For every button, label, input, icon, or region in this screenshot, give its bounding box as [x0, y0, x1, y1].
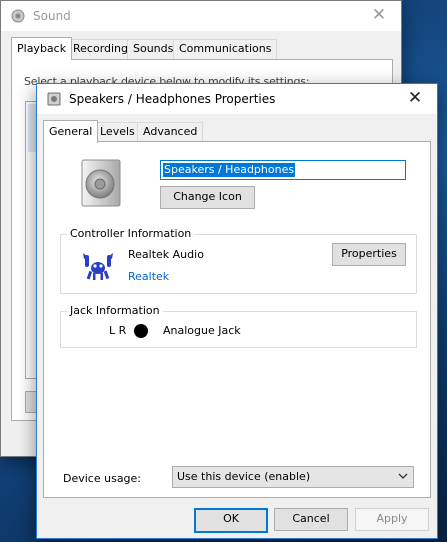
tab-communications[interactable]: Communications	[173, 39, 278, 59]
tab-advanced[interactable]: Advanced	[137, 122, 204, 142]
device-name-value: Speakers / Headphones	[163, 163, 296, 177]
jack-info-group: Jack Information L R Analogue Jack	[60, 304, 417, 348]
ok-button[interactable]: OK	[194, 508, 268, 533]
properties-dialog: Speakers / Headphones Properties ✕ Gener…	[36, 83, 438, 539]
tab-levels[interactable]: Levels	[94, 122, 141, 142]
general-panel: Speakers / Headphones Change Icon Contro…	[43, 141, 431, 498]
controller-properties-button[interactable]: Properties	[332, 243, 406, 266]
speaker-device-icon	[47, 92, 61, 106]
properties-titlebar[interactable]: Speakers / Headphones Properties ✕	[37, 84, 437, 114]
speaker-icon	[81, 159, 121, 207]
controller-info-group: Controller Information Realtek Audio Rea…	[60, 227, 417, 294]
device-name-input[interactable]: Speakers / Headphones	[160, 160, 406, 180]
device-usage-label: Device usage:	[63, 472, 142, 485]
tab-playback[interactable]: Playback	[11, 37, 73, 60]
apply-button[interactable]: Apply	[355, 508, 429, 531]
realtek-crab-icon	[83, 253, 113, 280]
jack-channels: L R	[109, 324, 127, 337]
properties-title: Speakers / Headphones Properties	[69, 92, 276, 106]
tab-sounds[interactable]: Sounds	[127, 39, 180, 59]
realtek-link[interactable]: Realtek	[128, 270, 169, 283]
properties-close-icon[interactable]: ✕	[393, 84, 437, 114]
tab-recording[interactable]: Recording	[67, 39, 135, 59]
controller-name: Realtek Audio	[128, 248, 204, 261]
device-usage-select[interactable]: Use this device (enable)	[172, 466, 414, 488]
tab-general[interactable]: General	[43, 120, 99, 143]
controller-info-label: Controller Information	[67, 227, 195, 240]
sound-window-title: Sound	[33, 9, 71, 23]
cancel-button[interactable]: Cancel	[274, 508, 348, 531]
jack-info-label: Jack Information	[67, 304, 163, 317]
change-icon-button[interactable]: Change Icon	[160, 186, 255, 209]
device-usage-value: Use this device (enable)	[177, 470, 311, 483]
jack-description: Analogue Jack	[163, 324, 241, 337]
sound-titlebar[interactable]: Sound ✕	[1, 1, 401, 31]
sound-close-icon[interactable]: ✕	[357, 1, 401, 31]
speaker-app-icon	[11, 9, 25, 23]
jack-color-dot	[134, 324, 148, 338]
chevron-down-icon	[398, 473, 408, 479]
